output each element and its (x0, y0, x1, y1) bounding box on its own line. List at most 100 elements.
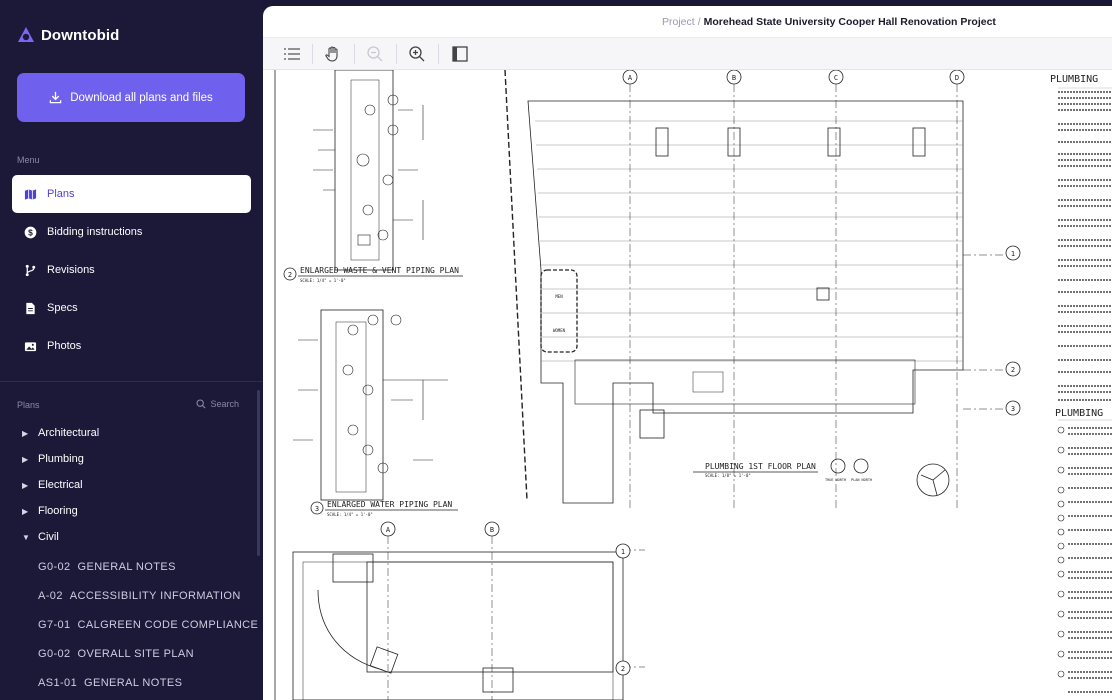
plan-category-flooring[interactable]: ▶ Flooring (22, 505, 78, 517)
plan-viewer[interactable]: A B C D 1 2 3 A B 1 2 2 3 MEN WOMEN ENLA… (273, 69, 1112, 700)
caret-right-icon: ▶ (22, 428, 29, 438)
toolbar-divider (438, 44, 439, 64)
plan-category-label: Plumbing (38, 453, 84, 465)
plan-category-architectural[interactable]: ▶ Architectural (22, 427, 99, 439)
photo-icon (23, 339, 37, 353)
waste-plan-scale: SCALE: 1/4" = 1'-0" (300, 278, 346, 283)
header-bar: Project / Morehead State University Cooper… (263, 6, 1112, 38)
room-label: WOMEN (553, 328, 566, 333)
plumbing-drawing: A B C D 1 2 3 A B 1 2 2 3 MEN WOMEN ENLA… (274, 69, 1112, 700)
document-icon (23, 301, 37, 315)
menu-item-revisions[interactable]: Revisions (12, 251, 251, 289)
plan-category-label: Civil (38, 531, 59, 543)
menu-item-label: Bidding instructions (47, 226, 143, 238)
brand[interactable]: Downtobid (17, 26, 119, 44)
plan-category-civil[interactable]: ▼ Civil (22, 531, 59, 543)
grid-bubble-label: 1 (1011, 250, 1015, 258)
zoom-in-icon (409, 46, 425, 62)
first-floor-plan-scale: SCALE: 1/8" = 1'-0" (705, 473, 751, 478)
plan-category-label: Flooring (38, 505, 78, 517)
sheet-name: CALGREEN CODE COMPLIANCE (77, 619, 259, 631)
map-icon (23, 187, 37, 201)
plan-north-label: PLAN NORTH (851, 478, 872, 482)
sheet-code: A-02 (38, 590, 63, 602)
sheet-code: G0-02 (38, 648, 71, 660)
true-north-label: TRUE NORTH (825, 478, 846, 482)
grid-bubble-label: 2 (621, 665, 625, 673)
panel-toggle-icon (452, 46, 468, 62)
grid-bubble-label: B (490, 526, 494, 534)
branch-icon (23, 263, 37, 277)
sheet-name: GENERAL NOTES (84, 677, 183, 689)
grid-bubble-label: D (955, 74, 959, 82)
plan-category-plumbing[interactable]: ▶ Plumbing (22, 453, 84, 465)
sheet-item[interactable]: G0-02 OVERALL SITE PLAN (38, 648, 194, 660)
sheet-code: G7-01 (38, 619, 71, 631)
download-all-label: Download all plans and files (70, 91, 213, 104)
caret-right-icon: ▶ (22, 506, 29, 516)
sheet-name: OVERALL SITE PLAN (77, 648, 194, 660)
plans-section-label: Plans (17, 400, 40, 410)
app-name: Downtobid (41, 26, 120, 44)
menu-item-photos[interactable]: Photos (12, 327, 251, 365)
plan-category-label: Electrical (38, 479, 83, 491)
water-plan-scale: SCALE: 1/4" = 1'-0" (327, 512, 373, 517)
pan-tool-button[interactable] (323, 44, 343, 64)
plan-category-electrical[interactable]: ▶ Electrical (22, 479, 83, 491)
grid-bubble-label: 2 (1011, 366, 1015, 374)
caret-down-icon: ▼ (22, 532, 30, 542)
search-icon (196, 399, 207, 409)
zoom-out-icon (367, 46, 383, 62)
project-title: Morehead State University Cooper Hall Re… (703, 16, 996, 28)
panel-toggle-button[interactable] (450, 44, 470, 64)
downtobid-logo-icon (18, 27, 34, 42)
caret-right-icon: ▶ (22, 454, 29, 464)
breadcrumb-separator: / (697, 16, 701, 28)
detail-number: 2 (288, 271, 292, 279)
sheet-item[interactable]: G0-02 GENERAL NOTES (38, 561, 176, 573)
waste-plan-title: ENLARGED WASTE & VENT PIPING PLAN (300, 266, 459, 275)
room-label: MEN (555, 294, 563, 299)
toolbar-divider (354, 44, 355, 64)
pan-hand-icon (325, 46, 338, 62)
breadcrumb: Project / Morehead State University Cooper… (662, 16, 996, 28)
grid-bubble-label: B (732, 74, 736, 82)
zoom-out-button[interactable] (365, 44, 385, 64)
first-floor-plan-title: PLUMBING 1ST FLOOR PLAN (705, 462, 816, 471)
plumbing-legend-title: PLUMBING (1055, 408, 1103, 419)
list-toggle-button[interactable] (282, 44, 302, 64)
plans-search[interactable]: Search (196, 399, 239, 409)
menu-item-label: Photos (47, 340, 82, 352)
menu-item-label: Specs (47, 302, 78, 314)
plans-search-label: Search (210, 399, 239, 409)
sidebar-divider (0, 381, 263, 382)
toolbar-divider (396, 44, 397, 64)
grid-bubble-label: 1 (621, 548, 625, 556)
sheet-item[interactable]: G7-01 CALGREEN CODE COMPLIANCE (38, 619, 258, 631)
sidebar-scrollbar[interactable] (257, 390, 260, 556)
menu-item-plans[interactable]: Plans (12, 175, 251, 213)
svg-text:$: $ (28, 227, 33, 237)
breadcrumb-root[interactable]: Project (662, 16, 695, 28)
download-all-button[interactable]: Download all plans and files (17, 73, 245, 122)
sheet-item[interactable]: A-02 ACCESSIBILITY INFORMATION (38, 590, 241, 602)
water-plan-title: ENLARGED WATER PIPING PLAN (327, 500, 452, 509)
main-panel: Project / Morehead State University Cooper… (263, 6, 1112, 700)
menu-section-label: Menu (17, 155, 40, 165)
sheet-item[interactable]: AS1-01 GENERAL NOTES (38, 677, 182, 689)
list-icon (284, 48, 300, 60)
grid-bubble-label: C (834, 74, 838, 82)
sheet-code: AS1-01 (38, 677, 78, 689)
sheet-name: GENERAL NOTES (77, 561, 176, 573)
sheet-name: ACCESSIBILITY INFORMATION (69, 590, 241, 602)
viewer-toolbar (263, 38, 1112, 70)
dollar-icon: $ (23, 225, 37, 239)
plan-category-label: Architectural (38, 427, 100, 439)
menu-item-label: Revisions (47, 264, 95, 276)
plumbing-notes-title: PLUMBING (1050, 74, 1098, 85)
menu-item-bidding-instructions[interactable]: $ Bidding instructions (12, 213, 251, 251)
toolbar-divider (312, 44, 313, 64)
zoom-in-button[interactable] (407, 44, 427, 64)
caret-right-icon: ▶ (22, 480, 29, 490)
menu-item-specs[interactable]: Specs (12, 289, 251, 327)
